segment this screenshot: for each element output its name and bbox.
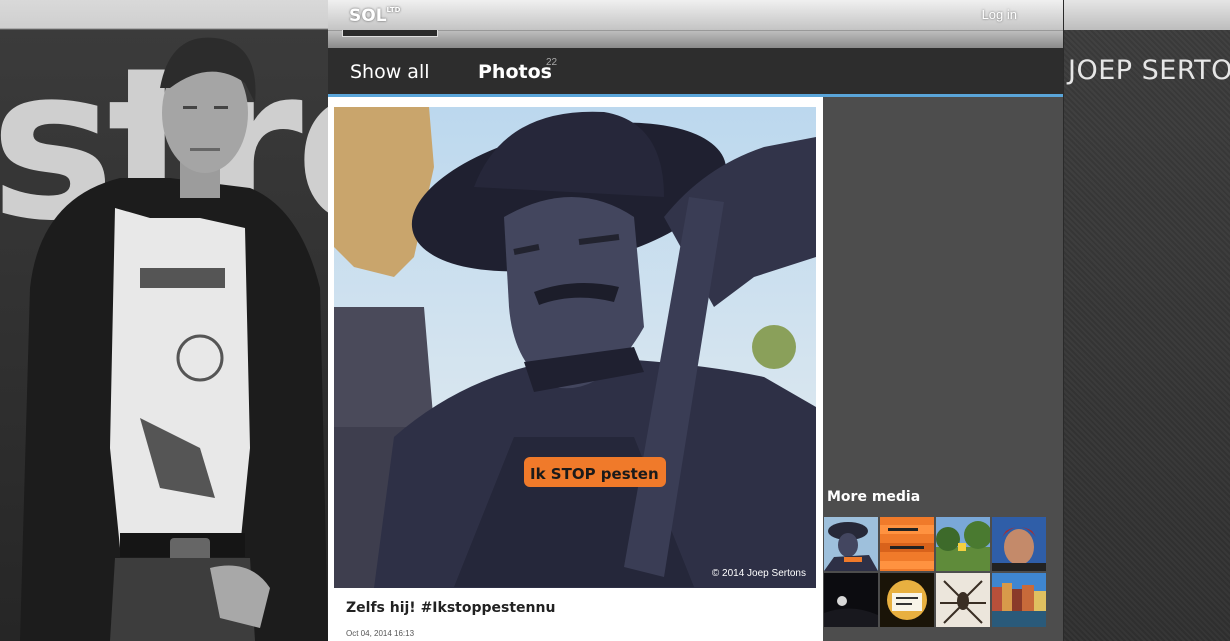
login-link[interactable]: Log in <box>982 7 1017 22</box>
person-figure <box>20 37 328 641</box>
main-photo[interactable]: Ik STOP pesten © 2014 Joep Sertons <box>334 107 816 588</box>
profile-side-panel: JOEP SERTON <box>1064 0 1230 641</box>
stop-pesten-bands-thumbnail[interactable] <box>880 517 934 571</box>
wristband-text: Ik STOP pesten <box>530 465 659 483</box>
photo-caption: Zelfs hij! #Ikstoppestennu <box>346 600 556 616</box>
profile-header-strip <box>328 31 1063 48</box>
thumbnail-grid <box>824 517 1046 627</box>
background-portrait: strd <box>0 0 328 641</box>
sol-logo[interactable]: SOLLTD <box>349 6 400 26</box>
more-media-panel: More media <box>823 97 1063 641</box>
selfie-thumbnail[interactable] <box>992 517 1046 571</box>
photo-card: Ik STOP pesten © 2014 Joep Sertons Zelfs… <box>328 97 823 641</box>
logo-sup: LTD <box>386 6 401 15</box>
main-column: SOLLTD Log in Show all Photos 22 Ik STOP… <box>328 0 1063 641</box>
tab-photos[interactable]: Photos <box>478 61 552 83</box>
tab-show-all[interactable]: Show all <box>350 61 430 83</box>
photos-count-badge: 22 <box>546 57 558 68</box>
statue-thumbnail[interactable] <box>824 517 878 571</box>
photo-copyright: © 2014 Joep Sertons <box>711 568 806 579</box>
logo-text: SOL <box>349 6 387 26</box>
sign-thumbnail[interactable] <box>880 573 934 627</box>
more-media-title: More media <box>827 489 921 505</box>
photo-date: Oct 04, 2014 16:13 <box>346 629 415 638</box>
tab-bar: Show all Photos 22 <box>328 48 1063 97</box>
park-thumbnail[interactable] <box>936 517 990 571</box>
top-strip <box>1064 0 1230 30</box>
night-moon-thumbnail[interactable] <box>824 573 878 627</box>
top-bar: SOLLTD Log in <box>328 0 1063 31</box>
canal-houses-thumbnail[interactable] <box>992 573 1046 627</box>
statue-image: Ik STOP pesten <box>334 107 816 588</box>
spider-thumbnail[interactable] <box>936 573 990 627</box>
avatar[interactable] <box>342 30 438 37</box>
profile-name: JOEP SERTON <box>1068 55 1230 86</box>
